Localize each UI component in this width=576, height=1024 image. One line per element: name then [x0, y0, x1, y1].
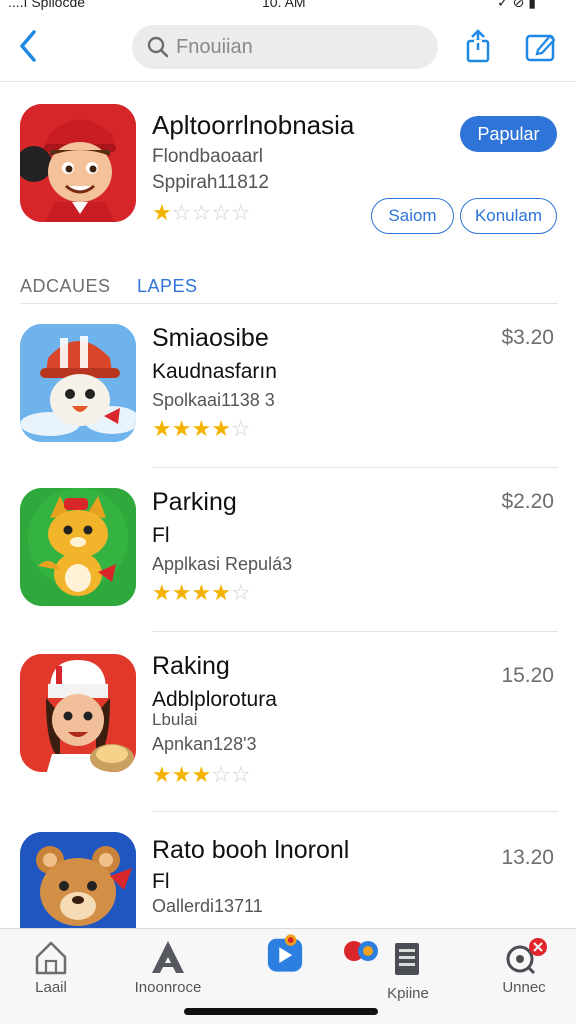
share-button[interactable] [463, 28, 493, 64]
star-filled-icon: ★ [152, 580, 172, 605]
price-button[interactable]: $2.20 [501, 490, 554, 514]
status-bar: ....ı Spllocde 10. AM ✓ ⊘ ▮ [0, 0, 576, 14]
app-rating: ★★★★☆ [152, 580, 251, 606]
cartoon-boy-icon [20, 104, 136, 222]
star-filled-icon: ★ [171, 580, 192, 605]
status-icons: ✓ ⊘ ▮ [497, 0, 536, 10]
tab-lapes[interactable]: LAPES [137, 276, 198, 297]
cartoon-fox-icon [20, 488, 136, 606]
star-filled-icon: ★ [191, 762, 212, 787]
star-filled-icon: ★ [191, 416, 212, 441]
featured-app[interactable]: Apltoorrlnobnasia Flondbaoaarl Sppirah11… [0, 100, 576, 250]
tab-label: Laail [35, 979, 67, 996]
app-icon[interactable] [20, 324, 136, 442]
tab-label: Unnec [502, 979, 546, 996]
featured-title: Apltoorrlnobnasia [152, 110, 355, 140]
app-developer: Adblplorotura [152, 688, 277, 711]
star-empty-icon: ☆ [230, 580, 251, 605]
featured-rating: ★☆☆☆☆ [152, 200, 251, 226]
star-filled-icon: ★ [211, 416, 231, 441]
app-title: Raking [152, 652, 230, 680]
star-empty-icon: ☆ [171, 200, 192, 225]
featured-meta: Sppirah11812 [152, 172, 269, 193]
clock: 10. AM [262, 0, 306, 10]
tab-inoonroce[interactable]: Inoonroce [118, 937, 218, 1007]
cartoon-bear-icon [20, 832, 136, 928]
arcade-icon [152, 941, 184, 973]
star-empty-icon: ☆ [191, 200, 212, 225]
chevron-left-icon [20, 30, 36, 62]
app-category: Oallerdi13711 [152, 896, 263, 916]
app-rating: ★★★★☆ [152, 416, 251, 442]
app-category: Apnkan128'3 [152, 734, 257, 754]
app-tag: Lbulai [152, 710, 198, 729]
tab-label: Inoonroce [134, 979, 202, 996]
app-rating: ★★★☆☆ [152, 762, 251, 788]
account-icon [506, 938, 547, 975]
list-item[interactable]: Smiaosibe Kaudnasfarın Spolkaai1138 3 ★★… [0, 304, 576, 468]
edit-button[interactable] [524, 30, 558, 64]
app-developer: Fl [152, 870, 170, 893]
konulam-button[interactable]: Konulam [460, 198, 557, 234]
carrier-label: ....ı Spllocde [8, 0, 86, 10]
star-filled-icon: ★ [171, 416, 192, 441]
tab-label: Kpiine [387, 985, 429, 1002]
star-empty-icon: ☆ [230, 200, 251, 225]
star-filled-icon: ★ [152, 200, 172, 225]
popular-badge[interactable]: Papular [460, 116, 557, 152]
tab-laail[interactable]: Laail [1, 937, 101, 1007]
home-indicator[interactable] [184, 1008, 378, 1015]
price-button[interactable]: 13.20 [501, 846, 554, 870]
play-store-icon [267, 934, 303, 972]
featured-subtitle: Flondbaoaarl [152, 146, 263, 167]
segment-tabs: ADCAUES LAPES [20, 272, 558, 304]
cartoon-chef-bird-icon [20, 324, 136, 442]
star-empty-icon: ☆ [211, 762, 231, 787]
nav-bar [0, 14, 576, 82]
star-empty-icon: ☆ [230, 416, 251, 441]
app-title: Rato booh lnoronl [152, 836, 350, 864]
tab-adcaues[interactable]: ADCAUES [20, 276, 111, 297]
search-input[interactable] [176, 32, 416, 62]
app-category: Spolkaai1138 3 [152, 390, 275, 410]
price-button[interactable]: $3.20 [501, 326, 554, 350]
saiom-button[interactable]: Saiom [371, 198, 454, 234]
tab-unnec[interactable]: Unnec [474, 937, 574, 1007]
app-developer: Kaudnasfarın [152, 360, 277, 383]
price-button[interactable]: 15.20 [501, 664, 554, 688]
app-title: Smiaosibe [152, 324, 269, 352]
search-icon [147, 36, 169, 58]
app-developer: Fl [152, 524, 170, 547]
home-icon [35, 941, 67, 975]
star-filled-icon: ★ [152, 762, 172, 787]
star-empty-icon: ☆ [230, 762, 251, 787]
star-filled-icon: ★ [152, 416, 172, 441]
list-item[interactable]: Parking Fl Applkasi Repulá3 ★★★★☆ $2.20 [0, 468, 576, 632]
app-icon[interactable] [20, 832, 136, 928]
cartoon-chef-girl-icon [20, 654, 136, 772]
star-empty-icon: ☆ [211, 200, 231, 225]
share-icon [466, 29, 490, 63]
app-category: Applkasi Repulá3 [152, 554, 293, 574]
edit-icon [525, 34, 556, 62]
star-filled-icon: ★ [191, 580, 212, 605]
tab-center[interactable] [235, 933, 335, 1003]
tab-kpiine[interactable]: Kpiine [334, 935, 454, 1005]
list-icon [395, 943, 419, 975]
app-title: Parking [152, 488, 237, 516]
app-icon[interactable] [20, 488, 136, 606]
star-filled-icon: ★ [211, 580, 231, 605]
list-item[interactable]: Rato booh lnoronl Fl Oallerdi13711 13.20 [0, 812, 576, 928]
app-icon[interactable] [20, 654, 136, 772]
star-filled-icon: ★ [171, 762, 192, 787]
games-badge-icon [344, 941, 378, 961]
list-item[interactable]: Raking Adblplorotura Lbulai Apnkan128'3 … [0, 632, 576, 812]
featured-app-icon[interactable] [20, 104, 136, 222]
back-button[interactable] [14, 28, 44, 64]
search-bar[interactable] [132, 25, 438, 69]
